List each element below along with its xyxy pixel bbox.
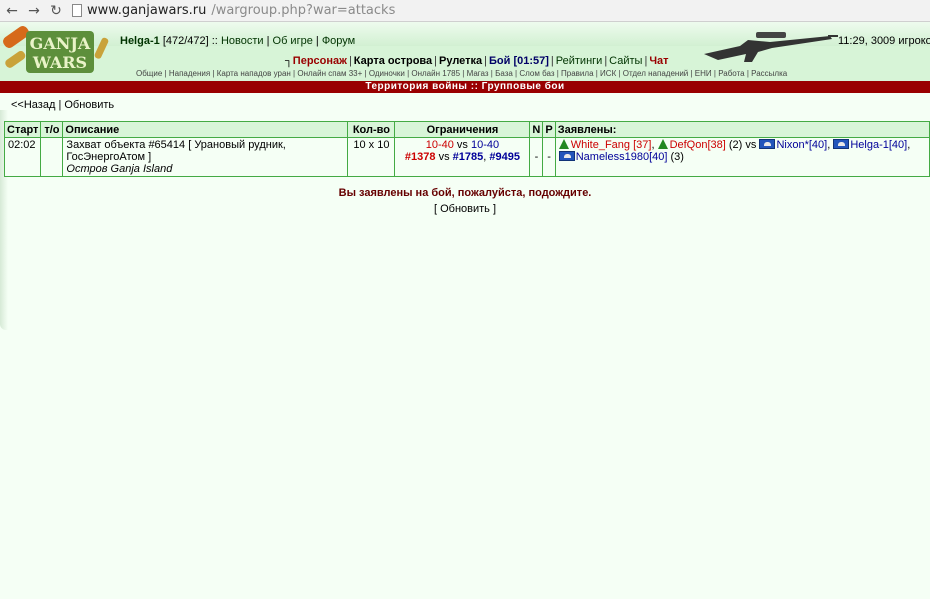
limit-syndicate-a[interactable]: #1378 [405, 151, 436, 163]
limit-level-a: 10-40 [425, 139, 454, 151]
col-count: Кол-во [347, 121, 396, 138]
limit-level-b: 10-40 [470, 139, 500, 151]
sub-menu-online-spam[interactable]: Онлайн спам 33+ [297, 69, 362, 78]
weapon-icon: ┐ [285, 55, 293, 67]
sub-menu-eni[interactable]: ЕНИ [695, 69, 712, 78]
cell-n: - [529, 137, 544, 177]
forward-arrow-icon[interactable]: → [26, 3, 42, 19]
menu-person[interactable]: Персонаж [293, 55, 347, 67]
clan-tree-icon [657, 139, 668, 149]
col-limits: Ограничения [394, 121, 531, 138]
main-menu: ┐Персонаж | Карта острова | Рулетка | Бой [01:… [285, 55, 669, 67]
cell-start: 02:02 [3, 137, 42, 177]
back-arrow-icon[interactable]: ← [4, 3, 20, 19]
svg-text:GANJA: GANJA [30, 34, 91, 53]
col-description: Описание [62, 121, 349, 138]
crumb-sep: | [58, 99, 62, 111]
player-defqon[interactable]: DefQon[38] [670, 139, 726, 151]
refresh-link[interactable]: Обновить [64, 99, 114, 111]
refresh-bottom: [ Обновить ] [0, 203, 930, 215]
syndicate-icon [558, 151, 575, 161]
cell-description: Захват объекта #65414 [ Урановый рудник,… [62, 137, 349, 177]
battle-description[interactable]: Захват объекта #65414 [ Урановый рудник,… [66, 139, 344, 163]
menu-chat[interactable]: Чат [649, 55, 668, 67]
col-p: P [542, 121, 556, 138]
limit-syndicate-b2[interactable]: #9495 [489, 151, 520, 163]
address-bar[interactable]: www.ganjawars.ru/wargroup.php?war=attack… [72, 3, 395, 18]
sub-menu-base-breaks[interactable]: Слом баз [519, 69, 554, 78]
sub-menu-rules[interactable]: Правила [561, 69, 593, 78]
cell-limits: 10-40 vs 10-40 #1378 vs #1785, #9495 [394, 137, 531, 177]
sub-menu-isk[interactable]: ИСК [600, 69, 616, 78]
player-nameless1980[interactable]: Nameless1980[40] [576, 151, 668, 163]
col-applied: Заявлены: [554, 121, 930, 138]
news-link[interactable]: Новости [221, 35, 264, 47]
table-header-row: Старт т/о Описание Кол-во Ограничения N … [3, 121, 930, 138]
col-n: N [529, 121, 544, 138]
team-b-count: (3) [670, 151, 684, 163]
col-start: Старт [3, 121, 42, 138]
team-vs: vs [745, 139, 757, 151]
user-hp: [472/472] [162, 35, 209, 47]
col-to: т/о [40, 121, 64, 138]
limit-syndicate-b1[interactable]: #1785 [453, 151, 484, 163]
menu-sites[interactable]: Сайты [609, 55, 642, 67]
about-link[interactable]: Об игре [273, 35, 313, 47]
sub-menu-shop[interactable]: Магаз [467, 69, 489, 78]
rifle-icon [704, 32, 838, 62]
sub-menu-attack-dept[interactable]: Отдел нападений [623, 69, 688, 78]
menu-ratings[interactable]: Рейтинги [556, 55, 603, 67]
server-time: 11:29, 3009 игроков [838, 35, 930, 47]
waiting-message: Вы заявлены на бой, пожалуйста, подождит… [338, 187, 592, 199]
sub-menu-general[interactable]: Общие [136, 69, 162, 78]
menu-battle[interactable]: Бой [01:57] [489, 55, 549, 67]
limit-vs-2: vs [438, 151, 450, 163]
battles-table: Старт т/о Описание Кол-во Ограничения N … [3, 121, 930, 177]
back-link[interactable]: <<Назад [11, 99, 55, 111]
team-a-count: (2) [728, 139, 743, 151]
breadcrumb: <<Назад | Обновить [0, 93, 930, 113]
table-row: 02:02 Захват объекта #65414 [ Урановый р… [3, 137, 930, 177]
menu-roulette[interactable]: Рулетка [439, 55, 482, 67]
sub-menu-work[interactable]: Работа [718, 69, 744, 78]
limit-vs: vs [456, 139, 468, 151]
clan-tree-icon [558, 139, 569, 149]
sub-menu-mailing[interactable]: Рассылка [751, 69, 787, 78]
sub-menu-attacks[interactable]: Нападения [169, 69, 210, 78]
menu-island-map[interactable]: Карта острова [354, 55, 432, 67]
user-line: Helga-1 [472/472] :: Новости | Об игре |… [120, 35, 356, 47]
forum-link[interactable]: Форум [322, 35, 355, 47]
sub-menu-uranium-map[interactable]: Карта нападов уран [217, 69, 291, 78]
cell-to [40, 137, 64, 177]
user-name[interactable]: Helga-1 [120, 35, 160, 47]
cell-p: - [542, 137, 556, 177]
svg-text:WARS: WARS [32, 53, 87, 72]
page-icon [72, 4, 82, 17]
browser-toolbar: ← → ↻ www.ganjawars.ru/wargroup.php?war=… [0, 0, 930, 22]
syndicate-icon [759, 139, 776, 149]
sub-menu-online-1785[interactable]: Онлайн 1785 [411, 69, 460, 78]
refresh-bottom-link[interactable]: [ Обновить ] [434, 203, 496, 215]
player-helga-1[interactable]: Helga-1[40] [850, 139, 907, 151]
player-white-fang[interactable]: White_Fang [37] [571, 139, 652, 151]
url-path: /wargroup.php?war=attacks [211, 3, 396, 18]
ganjawars-logo[interactable]: GANJA WARS [2, 25, 114, 77]
battle-location: Остров Ganja Island [66, 163, 173, 175]
site-header: GANJA WARS Helga-1 [472/472] :: Новости … [0, 22, 930, 81]
user-sep: :: [211, 35, 218, 47]
page-title: Территория войны :: Групповые бои [0, 81, 930, 93]
url-host: www.ganjawars.ru [87, 3, 207, 18]
sub-menu-base[interactable]: База [495, 69, 513, 78]
sub-menu: Общие | Нападения | Карта нападов уран |… [136, 69, 788, 78]
cell-applied: White_Fang [37], DefQon[38] (2) vs Nixon… [554, 137, 930, 177]
reload-icon[interactable]: ↻ [48, 3, 64, 19]
syndicate-icon [833, 139, 850, 149]
cell-count: 10 x 10 [347, 137, 396, 177]
sub-menu-singles[interactable]: Одиночки [369, 69, 405, 78]
player-nixon[interactable]: Nixon*[40] [776, 139, 827, 151]
